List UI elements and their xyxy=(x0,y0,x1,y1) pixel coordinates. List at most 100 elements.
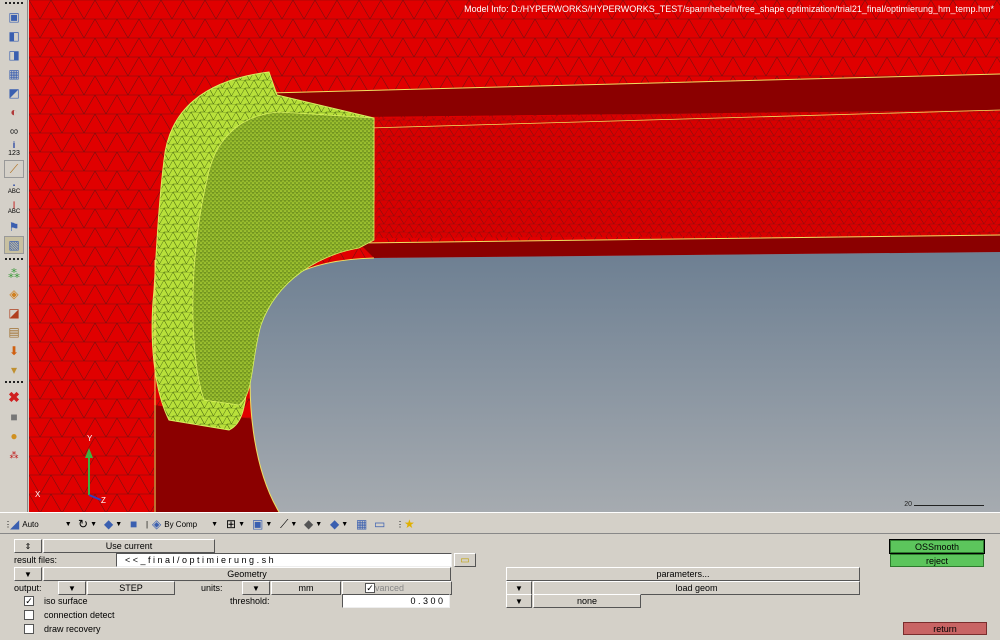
solid-icon: ◆ xyxy=(330,517,340,531)
monitor-button[interactable]: ▭ xyxy=(374,516,385,532)
return-button[interactable]: return xyxy=(903,622,987,635)
axis-icon[interactable]: ⁂ xyxy=(4,446,24,464)
connection-detect-checkbox[interactable] xyxy=(24,610,34,620)
advanced-checkbox[interactable]: ✓ xyxy=(365,583,375,593)
chevron-down-icon: ▼ xyxy=(265,520,273,528)
chevron-down-icon: ▼ xyxy=(115,520,123,528)
label-abc-icon[interactable]: ┃ ABC xyxy=(4,200,24,218)
display-mode-icon: ◢ xyxy=(10,517,20,531)
units-label: units: xyxy=(201,583,223,593)
by-comp-dropdown[interactable]: ◈ By Comp ▼ xyxy=(152,516,218,532)
label-abc-icon[interactable]: ⚑ xyxy=(4,218,24,236)
left-toolbar: ▣ ◧ ◨ ▦ ◩ ◐ ∞ i 123 ⟋ ▪ ABC ┃ ABC ⚑ ▧ ⁂ ◈ ◪… xyxy=(0,0,28,512)
ruler-icon[interactable]: ⟋ xyxy=(4,160,24,178)
graphics-viewport[interactable]: Model Info: D:/HYPERWORKS/HYPERWORKS_TES… xyxy=(29,0,1000,512)
cube-view-icon[interactable]: ◧ xyxy=(4,27,24,45)
ossmooth-panel: ⇕ Use current result files: < < _ f i n … xyxy=(0,535,1000,640)
toolbar-grip[interactable] xyxy=(5,258,23,261)
element-button[interactable]: ▣ ▼ xyxy=(252,516,272,532)
wireframe-button[interactable]: ⊞ ▼ xyxy=(226,516,245,532)
chevron-down-icon: ▼ xyxy=(315,520,323,528)
toolbar-grip[interactable] xyxy=(5,2,23,5)
scale-bar: 20 xyxy=(904,501,984,508)
chevron-down-icon: ▼ xyxy=(238,520,245,528)
units-value-button[interactable]: mm xyxy=(271,581,341,595)
layers-icon[interactable]: ◈ xyxy=(4,285,24,303)
visual-options-button[interactable]: ↻ ▼ xyxy=(78,516,97,532)
geometry-button[interactable]: Geometry xyxy=(43,567,451,581)
surface-button[interactable]: ◆ ▼ xyxy=(304,516,322,532)
globe-icon[interactable]: ● xyxy=(4,427,24,445)
cube-view-icon[interactable]: ◨ xyxy=(4,46,24,64)
chevron-down-icon: ▼ xyxy=(290,520,298,528)
auto-dropdown[interactable]: ◢ Auto ▼ xyxy=(10,516,72,532)
load-geom-dropdown-arrow[interactable]: ▼ xyxy=(506,581,532,595)
shading-icon[interactable]: ◐ xyxy=(4,103,24,121)
toolbar-grip[interactable] xyxy=(5,381,23,384)
none-dropdown-arrow[interactable]: ▼ xyxy=(506,594,532,608)
output-value-button[interactable]: STEP xyxy=(87,581,175,595)
draw-recovery-checkbox[interactable] xyxy=(24,624,34,634)
monitor-icon: ▭ xyxy=(374,517,386,531)
load-geom-button[interactable]: load geom xyxy=(533,581,860,595)
solid-button[interactable]: ◆ ▼ xyxy=(330,516,348,532)
axis-x-label: X xyxy=(35,490,41,499)
chevron-down-icon: ▼ xyxy=(341,520,349,528)
scale-label: 20 xyxy=(904,501,912,508)
surface-icon: ◆ xyxy=(304,517,314,531)
link-icon[interactable]: ∞ xyxy=(4,122,24,140)
advanced-toggle[interactable]: advanced xyxy=(342,581,452,595)
component-color-icon: ◈ xyxy=(152,517,162,531)
open-folder-button[interactable]: ▭ xyxy=(454,553,476,567)
draw-recovery-label: draw recovery xyxy=(44,624,101,634)
star-icon: ★ xyxy=(404,517,415,531)
abc-label: ABC xyxy=(7,209,21,215)
steel-part xyxy=(250,252,1000,512)
favorite-button[interactable]: ★ xyxy=(404,516,415,532)
shaded-button[interactable]: ◆ ▼ xyxy=(104,516,122,532)
axis-y-label: Y xyxy=(87,434,93,443)
cube-gray-icon[interactable]: ■ xyxy=(4,408,24,426)
use-current-button[interactable]: Use current xyxy=(43,539,215,553)
cube-view-icon[interactable]: ▣ xyxy=(4,8,24,26)
none-button[interactable]: none xyxy=(533,594,641,608)
toolbar-grip[interactable]: ⋮ xyxy=(396,516,404,532)
load-icon[interactable]: ⬇ xyxy=(4,342,24,360)
spheres-icon[interactable]: ⁂ xyxy=(4,265,24,283)
folder-icon[interactable]: ▾ xyxy=(4,361,24,379)
geometry-dropdown-arrow[interactable]: ▼ xyxy=(14,567,42,581)
fine-red-mesh xyxy=(369,110,1000,238)
info-icon[interactable]: i 123 xyxy=(4,140,24,158)
mesh-canvas xyxy=(29,0,1000,512)
result-files-field[interactable]: < < _ f i n a l / o p t i m i e r u n g … xyxy=(116,553,452,567)
stack-icon[interactable]: ▤ xyxy=(4,323,24,341)
units-dropdown-arrow[interactable]: ▼ xyxy=(242,581,270,595)
model-info: Model Info: D:/HYPERWORKS/HYPERWORKS_TES… xyxy=(464,4,994,14)
delete-icon[interactable]: ✖ xyxy=(4,388,24,406)
cube-icon: ■ xyxy=(130,517,138,531)
output-dropdown-arrow[interactable]: ▼ xyxy=(58,581,86,595)
grid-icon: ▦ xyxy=(356,517,368,531)
cube-button[interactable]: ■ xyxy=(130,516,137,532)
grid-button[interactable]: ▦ xyxy=(356,516,367,532)
cube-view-icon[interactable]: ▦ xyxy=(4,65,24,83)
chevron-down-icon: ▼ xyxy=(90,520,97,528)
label-abc-icon[interactable]: ▪ ABC xyxy=(4,180,24,198)
chevron-down-icon: ▼ xyxy=(64,520,72,528)
cube-view-icon[interactable]: ◩ xyxy=(4,84,24,102)
element-icon: ▣ xyxy=(252,517,264,531)
use-current-toggle[interactable]: ⇕ xyxy=(14,539,42,553)
threshold-field[interactable]: 0 . 3 0 0 xyxy=(342,594,450,608)
parameters-button[interactable]: parameters... xyxy=(506,567,860,581)
ossmooth-button[interactable]: OSSmooth xyxy=(889,539,985,554)
frame-icon[interactable]: ▧ xyxy=(4,236,24,254)
info-label: 123 xyxy=(8,150,20,157)
auto-label: Auto xyxy=(22,519,39,529)
reject-button[interactable]: reject xyxy=(890,554,984,567)
shaded-icon: ◆ xyxy=(104,517,114,531)
iso-surface-checkbox[interactable]: ✓ xyxy=(24,596,34,606)
line-button[interactable]: ⟋ ▼ xyxy=(280,516,297,532)
threshold-label: threshold: xyxy=(230,596,270,606)
component-icon[interactable]: ◪ xyxy=(4,304,24,322)
visualization-toolbar: ⋮ ◢ Auto ▼ ↻ ▼ ◆ ▼ ■ | ◈ By Comp ▼ ⊞ ▼ ▣ ▼ ⟋… xyxy=(0,512,1000,534)
